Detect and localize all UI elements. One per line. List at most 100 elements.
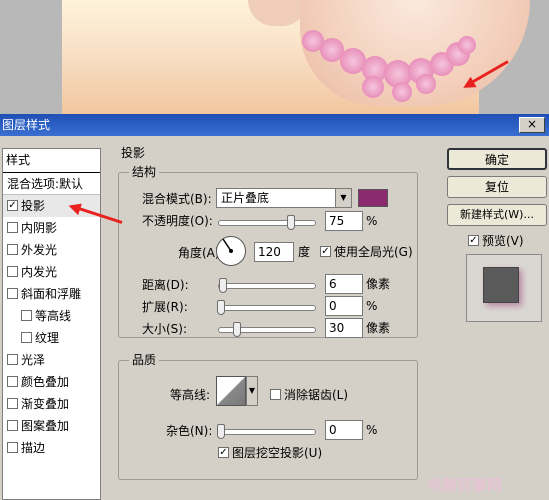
close-button[interactable]: ×	[519, 117, 545, 133]
style-item-checkbox[interactable]	[7, 376, 18, 387]
dialog-titlebar[interactable]: 图层样式 ×	[0, 114, 549, 136]
size-input[interactable]: 30	[325, 318, 363, 338]
style-item-label: 图案叠加	[21, 419, 70, 433]
style-item[interactable]: 描边	[3, 437, 100, 459]
style-item-checkbox[interactable]	[7, 222, 18, 233]
style-item-checkbox[interactable]	[7, 266, 18, 277]
style-list-header[interactable]: 样式	[3, 149, 100, 173]
style-item-label: 等高线	[35, 309, 72, 323]
shadow-color-swatch[interactable]	[358, 189, 388, 207]
ok-button[interactable]: 确定	[447, 148, 547, 170]
style-item[interactable]: 渐变叠加	[3, 393, 100, 415]
style-item-label: 颜色叠加	[21, 375, 70, 389]
noise-slider[interactable]	[217, 424, 316, 439]
opacity-slider-thumb[interactable]	[287, 215, 295, 230]
style-item[interactable]: 投影	[3, 195, 100, 217]
angle-input[interactable]: 120	[254, 242, 294, 262]
flower-decoration	[362, 76, 384, 98]
figure-arm	[248, 0, 308, 26]
style-item[interactable]: 外发光	[3, 239, 100, 261]
style-item[interactable]: 纹理	[3, 327, 100, 349]
knockout-check-icon[interactable]	[218, 447, 229, 458]
style-item-checkbox[interactable]	[7, 288, 18, 299]
noise-slider-thumb[interactable]	[217, 424, 225, 439]
noise-label: 杂色(N):	[166, 424, 213, 438]
opacity-slider[interactable]	[218, 215, 316, 230]
style-item-checkbox[interactable]	[21, 332, 32, 343]
blend-mode-select[interactable]: 正片叠底 ▼	[216, 188, 352, 208]
style-item-label: 描边	[21, 441, 46, 455]
antialias-check-icon[interactable]	[270, 389, 281, 400]
opacity-input[interactable]: 75	[325, 211, 363, 231]
knockout-label: 图层挖空投影(U)	[232, 446, 323, 460]
global-light-label: 使用全局光(G)	[334, 245, 413, 259]
watermark: 电脑百事网	[427, 476, 503, 494]
flower-decoration	[392, 82, 412, 102]
size-slider[interactable]	[218, 322, 316, 337]
chevron-down-icon: ▼	[335, 189, 351, 207]
size-slider-thumb[interactable]	[233, 322, 241, 337]
antialias-label: 消除锯齿(L)	[284, 388, 349, 402]
structure-title: 结构	[129, 165, 160, 179]
style-item[interactable]: 内发光	[3, 261, 100, 283]
preview-label: 预览(V)	[482, 234, 524, 248]
style-item[interactable]: 等高线	[3, 305, 100, 327]
style-item-label: 内阴影	[21, 221, 58, 235]
global-light-check-icon[interactable]	[320, 246, 331, 257]
angle-needle-icon	[222, 238, 233, 253]
noise-input[interactable]: 0	[325, 420, 363, 440]
style-item[interactable]: 斜面和浮雕	[3, 283, 100, 305]
style-item[interactable]: 图案叠加	[3, 415, 100, 437]
dialog-title: 图层样式	[2, 118, 51, 132]
style-item-label: 渐变叠加	[21, 397, 70, 411]
distance-input[interactable]: 6	[325, 274, 363, 294]
reset-button[interactable]: 复位	[447, 176, 547, 198]
new-style-button[interactable]: 新建样式(W)...	[447, 204, 547, 226]
spread-input[interactable]: 0	[325, 296, 363, 316]
style-preview	[466, 254, 542, 322]
spread-slider[interactable]	[217, 300, 316, 315]
noise-unit: %	[366, 423, 378, 437]
style-item-label: 斜面和浮雕	[21, 287, 82, 301]
contour-thumbnail[interactable]	[216, 376, 246, 406]
contour-label: 等高线:	[170, 388, 211, 402]
style-item-checkbox[interactable]	[7, 244, 18, 255]
style-item-checkbox[interactable]	[21, 310, 32, 321]
style-item-checkbox[interactable]	[7, 420, 18, 431]
flower-decoration	[416, 74, 436, 94]
quality-title: 品质	[129, 353, 160, 367]
blend-mode-value: 正片叠底	[221, 191, 270, 205]
style-item-checkbox[interactable]	[7, 398, 18, 409]
style-item-label: 内发光	[21, 265, 58, 279]
style-item-checkbox[interactable]	[7, 354, 18, 365]
opacity-label: 不透明度(O):	[142, 214, 213, 228]
photo-canvas	[62, 0, 530, 114]
style-item-label: 纹理	[35, 331, 60, 345]
knockout-checkbox[interactable]: 图层挖空投影(U)	[218, 444, 322, 462]
style-list: 样式 混合选项:默认 投影内阴影外发光内发光斜面和浮雕等高线纹理光泽颜色叠加渐变…	[2, 148, 101, 500]
layer-style-dialog: 样式 混合选项:默认 投影内阴影外发光内发光斜面和浮雕等高线纹理光泽颜色叠加渐变…	[0, 136, 549, 500]
style-item-label: 投影	[21, 199, 46, 213]
preview-checkbox[interactable]: 预览(V)	[468, 232, 524, 250]
style-item-checkbox[interactable]	[7, 200, 18, 211]
quality-group: 品质	[118, 353, 418, 480]
style-item[interactable]: 内阴影	[3, 217, 100, 239]
antialias-checkbox[interactable]: 消除锯齿(L)	[270, 386, 348, 404]
spread-slider-thumb[interactable]	[217, 300, 225, 315]
style-item-label: 外发光	[21, 243, 58, 257]
size-unit: 像素	[366, 321, 391, 335]
distance-slider[interactable]	[218, 278, 316, 293]
style-item-checkbox[interactable]	[7, 442, 18, 453]
distance-slider-thumb[interactable]	[219, 278, 227, 293]
style-item[interactable]: 颜色叠加	[3, 371, 100, 393]
angle-unit: 度	[298, 245, 311, 259]
global-light-checkbox[interactable]: 使用全局光(G)	[320, 243, 413, 261]
contour-dropdown[interactable]: ▼	[246, 376, 258, 406]
angle-dial[interactable]	[216, 236, 246, 266]
opacity-unit: %	[366, 214, 378, 228]
preview-check-icon[interactable]	[468, 235, 479, 246]
distance-label: 距离(D):	[142, 278, 189, 292]
blend-options-item[interactable]: 混合选项:默认	[3, 173, 100, 195]
panel-title: 投影	[118, 146, 149, 160]
style-item[interactable]: 光泽	[3, 349, 100, 371]
